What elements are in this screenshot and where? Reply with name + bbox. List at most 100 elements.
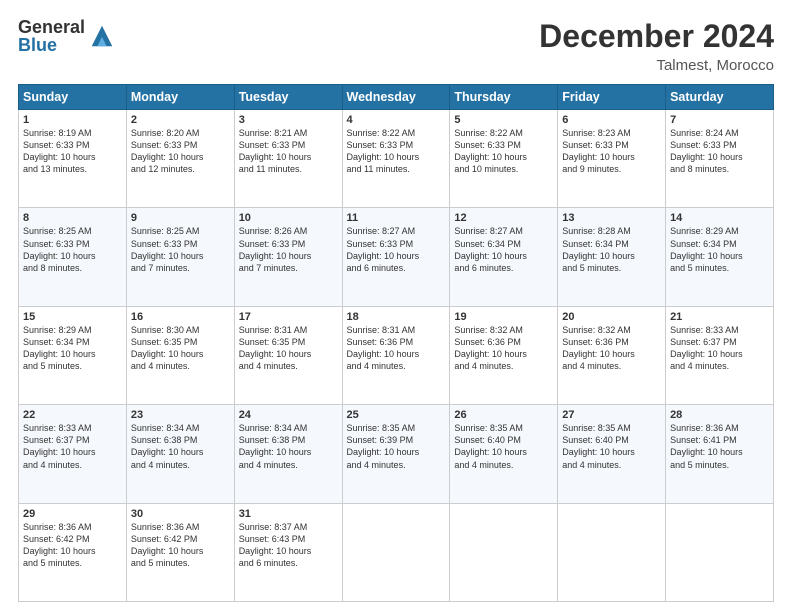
day-info: Sunrise: 8:25 AM Sunset: 6:33 PM Dayligh… (131, 225, 230, 274)
day-info: Sunrise: 8:24 AM Sunset: 6:33 PM Dayligh… (670, 127, 769, 176)
calendar-cell: 28Sunrise: 8:36 AM Sunset: 6:41 PM Dayli… (666, 405, 774, 503)
day-number: 15 (23, 311, 122, 323)
day-number: 13 (562, 212, 661, 224)
calendar-cell: 15Sunrise: 8:29 AM Sunset: 6:34 PM Dayli… (19, 306, 127, 404)
calendar-cell: 11Sunrise: 8:27 AM Sunset: 6:33 PM Dayli… (342, 208, 450, 306)
day-info: Sunrise: 8:19 AM Sunset: 6:33 PM Dayligh… (23, 127, 122, 176)
calendar-cell: 31Sunrise: 8:37 AM Sunset: 6:43 PM Dayli… (234, 503, 342, 601)
day-number: 9 (131, 212, 230, 224)
day-number: 4 (347, 114, 446, 126)
day-number: 28 (670, 409, 769, 421)
calendar-cell: 2Sunrise: 8:20 AM Sunset: 6:33 PM Daylig… (126, 110, 234, 208)
day-of-week-header: Friday (558, 85, 666, 110)
calendar-cell: 26Sunrise: 8:35 AM Sunset: 6:40 PM Dayli… (450, 405, 558, 503)
logo-blue: Blue (18, 36, 85, 54)
day-info: Sunrise: 8:34 AM Sunset: 6:38 PM Dayligh… (131, 422, 230, 471)
calendar-cell: 23Sunrise: 8:34 AM Sunset: 6:38 PM Dayli… (126, 405, 234, 503)
day-number: 11 (347, 212, 446, 224)
day-of-week-header: Saturday (666, 85, 774, 110)
day-info: Sunrise: 8:27 AM Sunset: 6:34 PM Dayligh… (454, 225, 553, 274)
day-info: Sunrise: 8:28 AM Sunset: 6:34 PM Dayligh… (562, 225, 661, 274)
calendar-cell: 27Sunrise: 8:35 AM Sunset: 6:40 PM Dayli… (558, 405, 666, 503)
calendar-cell: 24Sunrise: 8:34 AM Sunset: 6:38 PM Dayli… (234, 405, 342, 503)
calendar-cell: 25Sunrise: 8:35 AM Sunset: 6:39 PM Dayli… (342, 405, 450, 503)
calendar-week-row: 1Sunrise: 8:19 AM Sunset: 6:33 PM Daylig… (19, 110, 774, 208)
day-number: 1 (23, 114, 122, 126)
day-info: Sunrise: 8:30 AM Sunset: 6:35 PM Dayligh… (131, 324, 230, 373)
calendar: SundayMondayTuesdayWednesdayThursdayFrid… (18, 84, 774, 602)
calendar-cell: 22Sunrise: 8:33 AM Sunset: 6:37 PM Dayli… (19, 405, 127, 503)
day-info: Sunrise: 8:21 AM Sunset: 6:33 PM Dayligh… (239, 127, 338, 176)
day-info: Sunrise: 8:32 AM Sunset: 6:36 PM Dayligh… (562, 324, 661, 373)
calendar-cell: 14Sunrise: 8:29 AM Sunset: 6:34 PM Dayli… (666, 208, 774, 306)
day-info: Sunrise: 8:35 AM Sunset: 6:39 PM Dayligh… (347, 422, 446, 471)
calendar-cell: 1Sunrise: 8:19 AM Sunset: 6:33 PM Daylig… (19, 110, 127, 208)
calendar-week-row: 15Sunrise: 8:29 AM Sunset: 6:34 PM Dayli… (19, 306, 774, 404)
calendar-cell: 17Sunrise: 8:31 AM Sunset: 6:35 PM Dayli… (234, 306, 342, 404)
month-title: December 2024 (539, 18, 774, 55)
day-info: Sunrise: 8:36 AM Sunset: 6:42 PM Dayligh… (23, 521, 122, 570)
logo-icon (88, 22, 116, 50)
calendar-cell: 5Sunrise: 8:22 AM Sunset: 6:33 PM Daylig… (450, 110, 558, 208)
day-info: Sunrise: 8:29 AM Sunset: 6:34 PM Dayligh… (670, 225, 769, 274)
calendar-body: 1Sunrise: 8:19 AM Sunset: 6:33 PM Daylig… (19, 110, 774, 602)
day-info: Sunrise: 8:35 AM Sunset: 6:40 PM Dayligh… (562, 422, 661, 471)
day-of-week-header: Sunday (19, 85, 127, 110)
day-info: Sunrise: 8:37 AM Sunset: 6:43 PM Dayligh… (239, 521, 338, 570)
day-number: 22 (23, 409, 122, 421)
calendar-cell: 8Sunrise: 8:25 AM Sunset: 6:33 PM Daylig… (19, 208, 127, 306)
day-number: 27 (562, 409, 661, 421)
calendar-cell (450, 503, 558, 601)
calendar-cell: 10Sunrise: 8:26 AM Sunset: 6:33 PM Dayli… (234, 208, 342, 306)
calendar-cell (558, 503, 666, 601)
day-of-week-header: Tuesday (234, 85, 342, 110)
day-number: 18 (347, 311, 446, 323)
day-info: Sunrise: 8:33 AM Sunset: 6:37 PM Dayligh… (670, 324, 769, 373)
day-number: 5 (454, 114, 553, 126)
day-of-week-header: Wednesday (342, 85, 450, 110)
day-number: 14 (670, 212, 769, 224)
day-number: 23 (131, 409, 230, 421)
day-of-week-header: Monday (126, 85, 234, 110)
day-info: Sunrise: 8:25 AM Sunset: 6:33 PM Dayligh… (23, 225, 122, 274)
calendar-cell: 30Sunrise: 8:36 AM Sunset: 6:42 PM Dayli… (126, 503, 234, 601)
day-number: 20 (562, 311, 661, 323)
day-number: 6 (562, 114, 661, 126)
day-number: 10 (239, 212, 338, 224)
header: General Blue December 2024 Talmest, Moro… (18, 18, 774, 74)
calendar-cell: 7Sunrise: 8:24 AM Sunset: 6:33 PM Daylig… (666, 110, 774, 208)
day-number: 3 (239, 114, 338, 126)
day-info: Sunrise: 8:32 AM Sunset: 6:36 PM Dayligh… (454, 324, 553, 373)
day-number: 19 (454, 311, 553, 323)
calendar-cell: 9Sunrise: 8:25 AM Sunset: 6:33 PM Daylig… (126, 208, 234, 306)
day-number: 8 (23, 212, 122, 224)
calendar-cell: 16Sunrise: 8:30 AM Sunset: 6:35 PM Dayli… (126, 306, 234, 404)
day-info: Sunrise: 8:33 AM Sunset: 6:37 PM Dayligh… (23, 422, 122, 471)
day-number: 16 (131, 311, 230, 323)
calendar-cell: 3Sunrise: 8:21 AM Sunset: 6:33 PM Daylig… (234, 110, 342, 208)
day-number: 17 (239, 311, 338, 323)
day-number: 31 (239, 508, 338, 520)
logo-general: General (18, 18, 85, 36)
calendar-cell: 12Sunrise: 8:27 AM Sunset: 6:34 PM Dayli… (450, 208, 558, 306)
day-number: 12 (454, 212, 553, 224)
calendar-week-row: 29Sunrise: 8:36 AM Sunset: 6:42 PM Dayli… (19, 503, 774, 601)
calendar-cell: 13Sunrise: 8:28 AM Sunset: 6:34 PM Dayli… (558, 208, 666, 306)
day-info: Sunrise: 8:22 AM Sunset: 6:33 PM Dayligh… (347, 127, 446, 176)
location: Talmest, Morocco (539, 57, 774, 74)
day-number: 21 (670, 311, 769, 323)
calendar-cell: 20Sunrise: 8:32 AM Sunset: 6:36 PM Dayli… (558, 306, 666, 404)
day-number: 2 (131, 114, 230, 126)
day-number: 29 (23, 508, 122, 520)
title-block: December 2024 Talmest, Morocco (539, 18, 774, 74)
day-number: 7 (670, 114, 769, 126)
day-info: Sunrise: 8:36 AM Sunset: 6:41 PM Dayligh… (670, 422, 769, 471)
day-info: Sunrise: 8:26 AM Sunset: 6:33 PM Dayligh… (239, 225, 338, 274)
day-number: 24 (239, 409, 338, 421)
day-info: Sunrise: 8:34 AM Sunset: 6:38 PM Dayligh… (239, 422, 338, 471)
calendar-cell (342, 503, 450, 601)
day-info: Sunrise: 8:31 AM Sunset: 6:36 PM Dayligh… (347, 324, 446, 373)
calendar-cell: 19Sunrise: 8:32 AM Sunset: 6:36 PM Dayli… (450, 306, 558, 404)
day-info: Sunrise: 8:31 AM Sunset: 6:35 PM Dayligh… (239, 324, 338, 373)
calendar-cell: 29Sunrise: 8:36 AM Sunset: 6:42 PM Dayli… (19, 503, 127, 601)
